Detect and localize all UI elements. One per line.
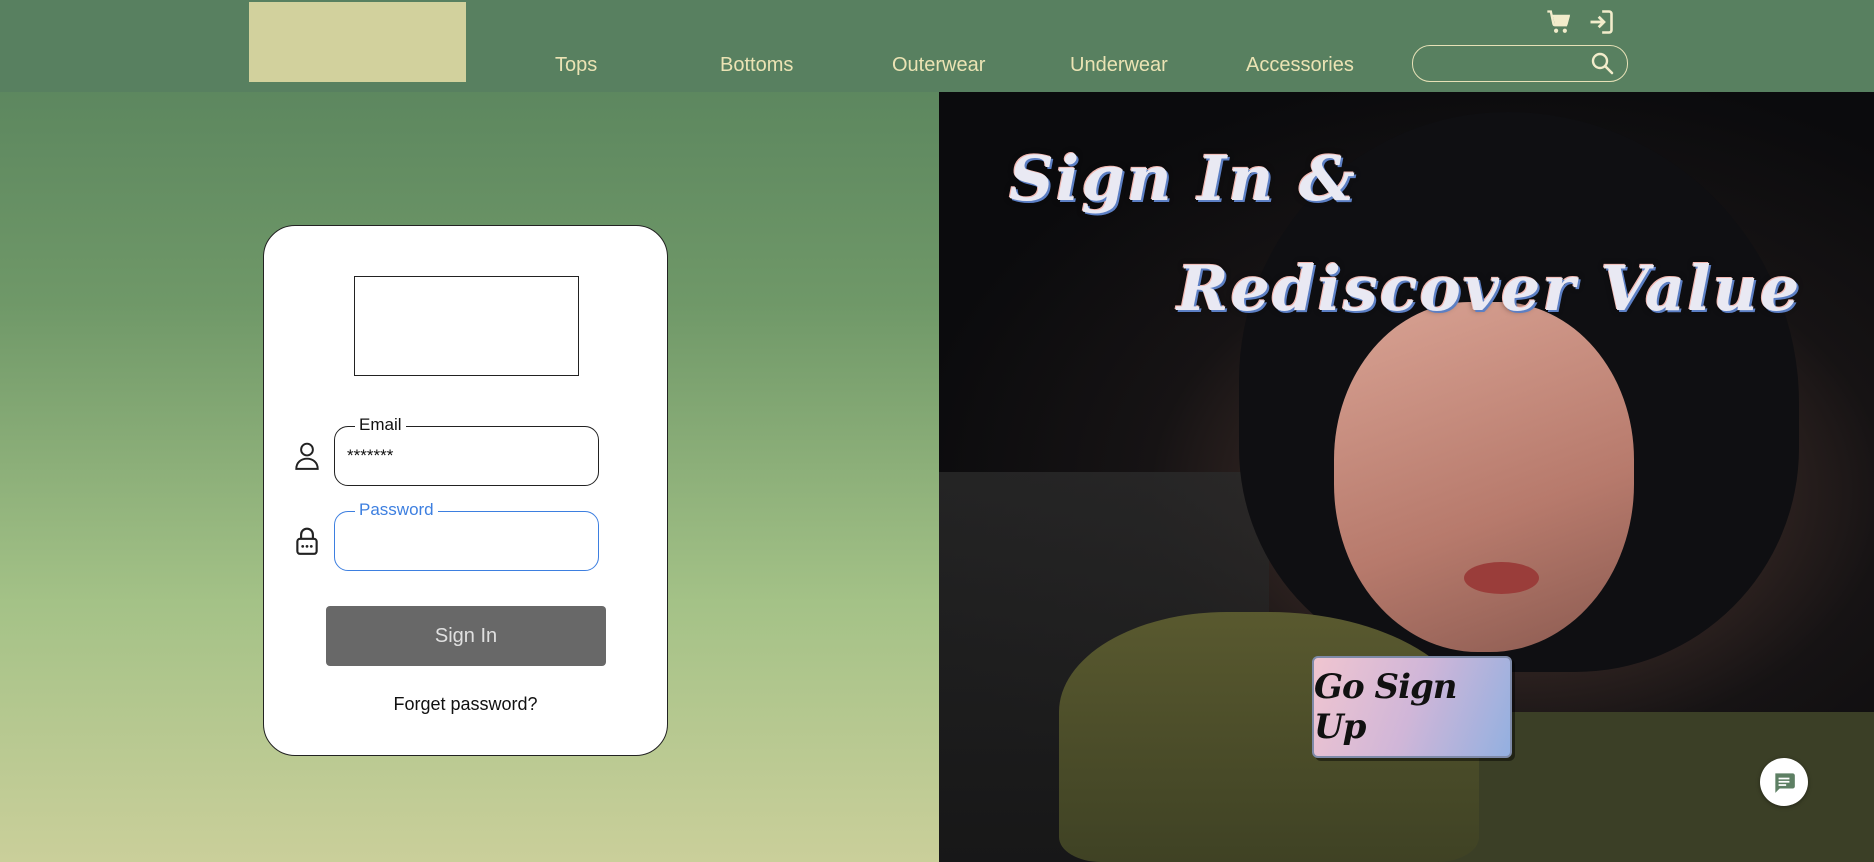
forget-password-link[interactable]: Forget password?	[264, 694, 667, 715]
top-navigation-bar: Tops Bottoms Outerwear Underwear Accesso…	[0, 0, 1874, 92]
site-logo-placeholder[interactable]	[249, 2, 466, 82]
card-logo-placeholder	[354, 276, 579, 376]
search-icon[interactable]	[1590, 51, 1614, 75]
lock-icon	[296, 527, 318, 555]
nav-accessories[interactable]: Accessories	[1246, 54, 1354, 77]
hero-model-lips	[1464, 562, 1539, 594]
hero-model-face	[1334, 302, 1634, 652]
user-icon	[295, 442, 319, 470]
go-sign-up-button[interactable]: Go Sign Up	[1312, 656, 1512, 758]
email-field: Email	[334, 415, 599, 486]
hero-title-line-1: Sign In &	[1009, 142, 1357, 215]
email-label: Email	[355, 415, 406, 435]
search-input[interactable]	[1427, 51, 1591, 77]
search-bar	[1412, 45, 1628, 82]
sign-in-button[interactable]: Sign In	[326, 606, 606, 666]
chat-icon	[1775, 773, 1795, 793]
email-input[interactable]	[345, 441, 589, 471]
cart-icon[interactable]	[1545, 8, 1573, 36]
password-input[interactable]	[345, 526, 589, 556]
nav-outerwear[interactable]: Outerwear	[892, 54, 985, 77]
chat-button[interactable]	[1760, 758, 1808, 806]
nav-tops[interactable]: Tops	[555, 54, 597, 77]
login-card: Email Password Sign In Forget password?	[263, 225, 668, 756]
password-label: Password	[355, 500, 438, 520]
sign-in-icon[interactable]	[1587, 8, 1615, 36]
nav-bottoms[interactable]: Bottoms	[720, 54, 793, 77]
hero-title-line-2: Rediscover Value	[1177, 252, 1802, 325]
nav-underwear[interactable]: Underwear	[1070, 54, 1168, 77]
password-field: Password	[334, 500, 599, 571]
